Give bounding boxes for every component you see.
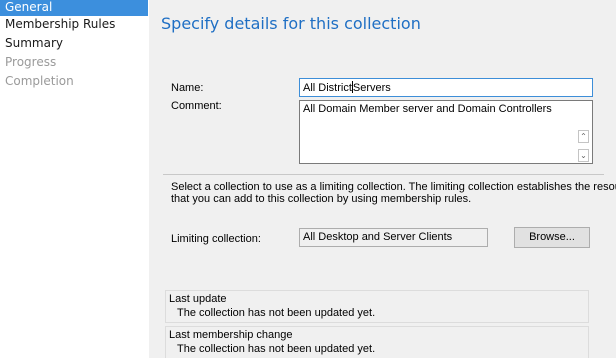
- limiting-collection-field: All Desktop and Server Clients: [299, 228, 488, 247]
- last-membership-group: Last membership change The collection ha…: [165, 326, 589, 358]
- comment-label: Comment:: [171, 100, 222, 112]
- last-membership-text: The collection has not been updated yet.: [177, 343, 376, 355]
- nav-item-general[interactable]: General: [0, 0, 148, 16]
- browse-button[interactable]: Browse...: [514, 227, 590, 248]
- comment-scrollbar[interactable]: ⌃ ⌄: [576, 102, 591, 162]
- limiting-description-line-2: that you can add to this collection by u…: [171, 193, 472, 205]
- last-update-group: Last update The collection has not been …: [165, 290, 589, 323]
- details-panel: Specify details for this collection Name…: [149, 0, 616, 358]
- nav-item-membership-rules[interactable]: Membership Rules: [0, 16, 148, 35]
- nav-item-progress: Progress: [5, 55, 57, 69]
- wizard-nav: General Membership Rules Summary Progres…: [0, 0, 148, 358]
- name-field[interactable]: All DistrictServers: [299, 78, 593, 97]
- nav-item-summary[interactable]: Summary: [0, 35, 148, 54]
- last-update-text: The collection has not been updated yet.: [177, 307, 376, 319]
- limiting-collection-label: Limiting collection:: [171, 233, 261, 245]
- name-value-start: All District: [303, 82, 352, 94]
- last-membership-title: Last membership change: [169, 329, 293, 341]
- comment-value: All Domain Member server and Domain Cont…: [303, 103, 552, 115]
- chevron-down-icon[interactable]: ⌄: [578, 149, 589, 162]
- section-divider: [163, 174, 604, 175]
- comment-field[interactable]: All Domain Member server and Domain Cont…: [299, 100, 593, 164]
- chevron-up-icon[interactable]: ⌃: [578, 130, 589, 143]
- limiting-collection-value: All Desktop and Server Clients: [303, 231, 453, 243]
- limiting-description-line-1: Select a collection to use as a limiting…: [171, 181, 616, 193]
- page-title: Specify details for this collection: [161, 14, 421, 33]
- name-label: Name:: [171, 82, 204, 94]
- last-update-title: Last update: [169, 293, 227, 305]
- nav-item-completion: Completion: [5, 74, 74, 88]
- name-value-end: Servers: [352, 82, 391, 94]
